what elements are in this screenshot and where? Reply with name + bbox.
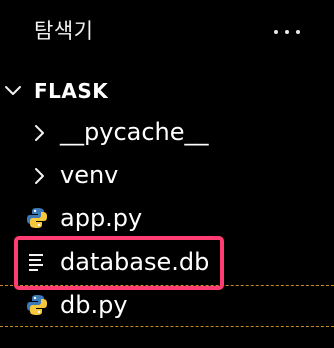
file-app-py[interactable]: app.py <box>0 196 334 242</box>
chevron-right-icon <box>35 125 44 141</box>
folder-label: venv <box>60 161 119 189</box>
document-lines-icon <box>29 254 43 271</box>
file-label: database.db <box>60 248 210 276</box>
python-icon <box>27 208 47 228</box>
explorer-header: 탐색기 <box>0 0 334 64</box>
folder-pycache[interactable]: __pycache__ <box>0 110 334 156</box>
file-database-db[interactable]: database.db <box>0 240 334 286</box>
folder-venv[interactable]: venv <box>0 153 334 199</box>
chevron-right-icon <box>35 168 44 184</box>
workspace-root-label: FLASK <box>34 79 109 103</box>
chevron-down-icon <box>5 86 21 95</box>
explorer-panel: 탐색기 FLASK __pycache__ venv app.py databa… <box>0 0 334 348</box>
file-label: app.py <box>60 204 143 232</box>
workspace-root-folder[interactable]: FLASK <box>0 68 334 114</box>
more-icon[interactable] <box>270 16 304 46</box>
file-tree: FLASK __pycache__ venv app.py database.d… <box>0 64 334 348</box>
file-label: db.py <box>60 291 128 319</box>
explorer-title: 탐색기 <box>34 19 94 43</box>
python-icon <box>27 295 47 315</box>
file-db-py[interactable]: db.py <box>0 283 334 329</box>
folder-label: __pycache__ <box>60 118 209 146</box>
